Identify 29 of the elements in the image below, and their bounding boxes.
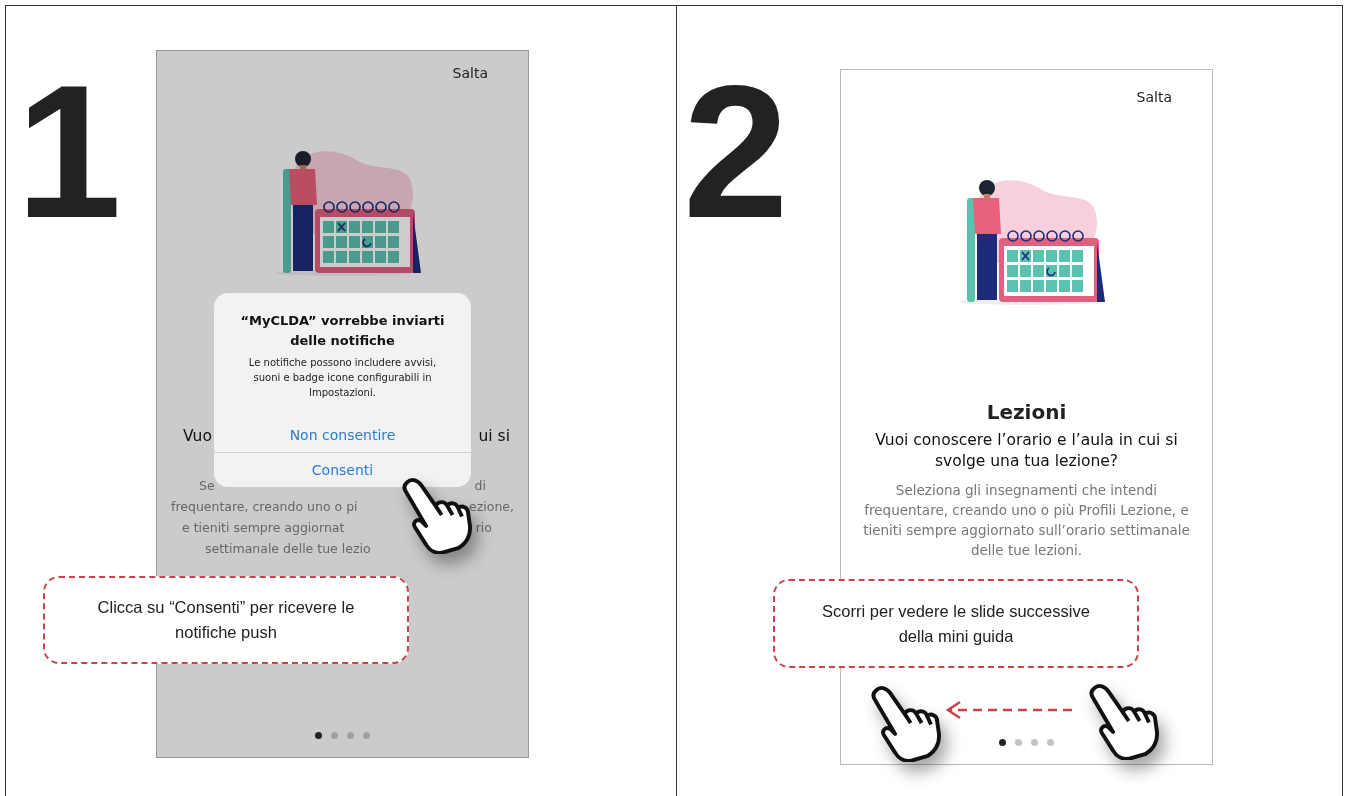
- step-number: 1: [16, 56, 123, 246]
- page-dot[interactable]: [347, 732, 354, 739]
- partial-text: Se: [199, 477, 215, 495]
- partial-text: Vuo: [183, 426, 212, 447]
- dialog-message: Le notifiche possono includere avvisi, suoni e badge icone configurabili in Impostazioni.: [247, 356, 438, 400]
- slide-subtitle: Vuoi conoscere l’orario e l’aula in cui si svolge una tua lezione?: [874, 430, 1179, 472]
- partial-text: ui si: [478, 426, 510, 447]
- dialog-button[interactable]: Non consentire: [214, 418, 471, 452]
- slide-title: Lezioni: [986, 400, 1067, 424]
- dialog-title: “MyCLDA” vorrebbe inviarti delle notifiche: [239, 312, 446, 350]
- page-dot[interactable]: [1031, 739, 1038, 746]
- page-dot[interactable]: [1047, 739, 1054, 746]
- page-dot[interactable]: [1015, 739, 1022, 746]
- callout-text: Scorri per vedere le slide successive della mini guida: [821, 600, 1091, 647]
- callout-text: Clicca su “Consenti” per ricevere le notifiche push: [96, 597, 356, 643]
- partial-text: rio: [475, 519, 492, 537]
- page-dot[interactable]: [363, 732, 370, 739]
- page-dot[interactable]: [999, 739, 1006, 746]
- partial-text: ezione,: [469, 498, 514, 516]
- skip-link[interactable]: Salta: [1136, 89, 1172, 105]
- partial-text: di: [474, 477, 486, 495]
- slide-description: Seleziona gli insegnamenti che intendi frequentare, creando uno o più Profili Lezione, e tieniti sempre aggiornato sull’orario settimanale delle tue lezioni.: [862, 481, 1191, 560]
- partial-text: settimanale delle tue lezio: [205, 540, 371, 558]
- partial-text: frequentare, creando uno o pi: [171, 498, 358, 516]
- skip-link[interactable]: Salta: [452, 65, 488, 81]
- step-number: 2: [683, 56, 790, 246]
- partial-text: e tieniti sempre aggiornat: [182, 519, 345, 537]
- page-dot[interactable]: [331, 732, 338, 739]
- page-dot[interactable]: [315, 732, 322, 739]
